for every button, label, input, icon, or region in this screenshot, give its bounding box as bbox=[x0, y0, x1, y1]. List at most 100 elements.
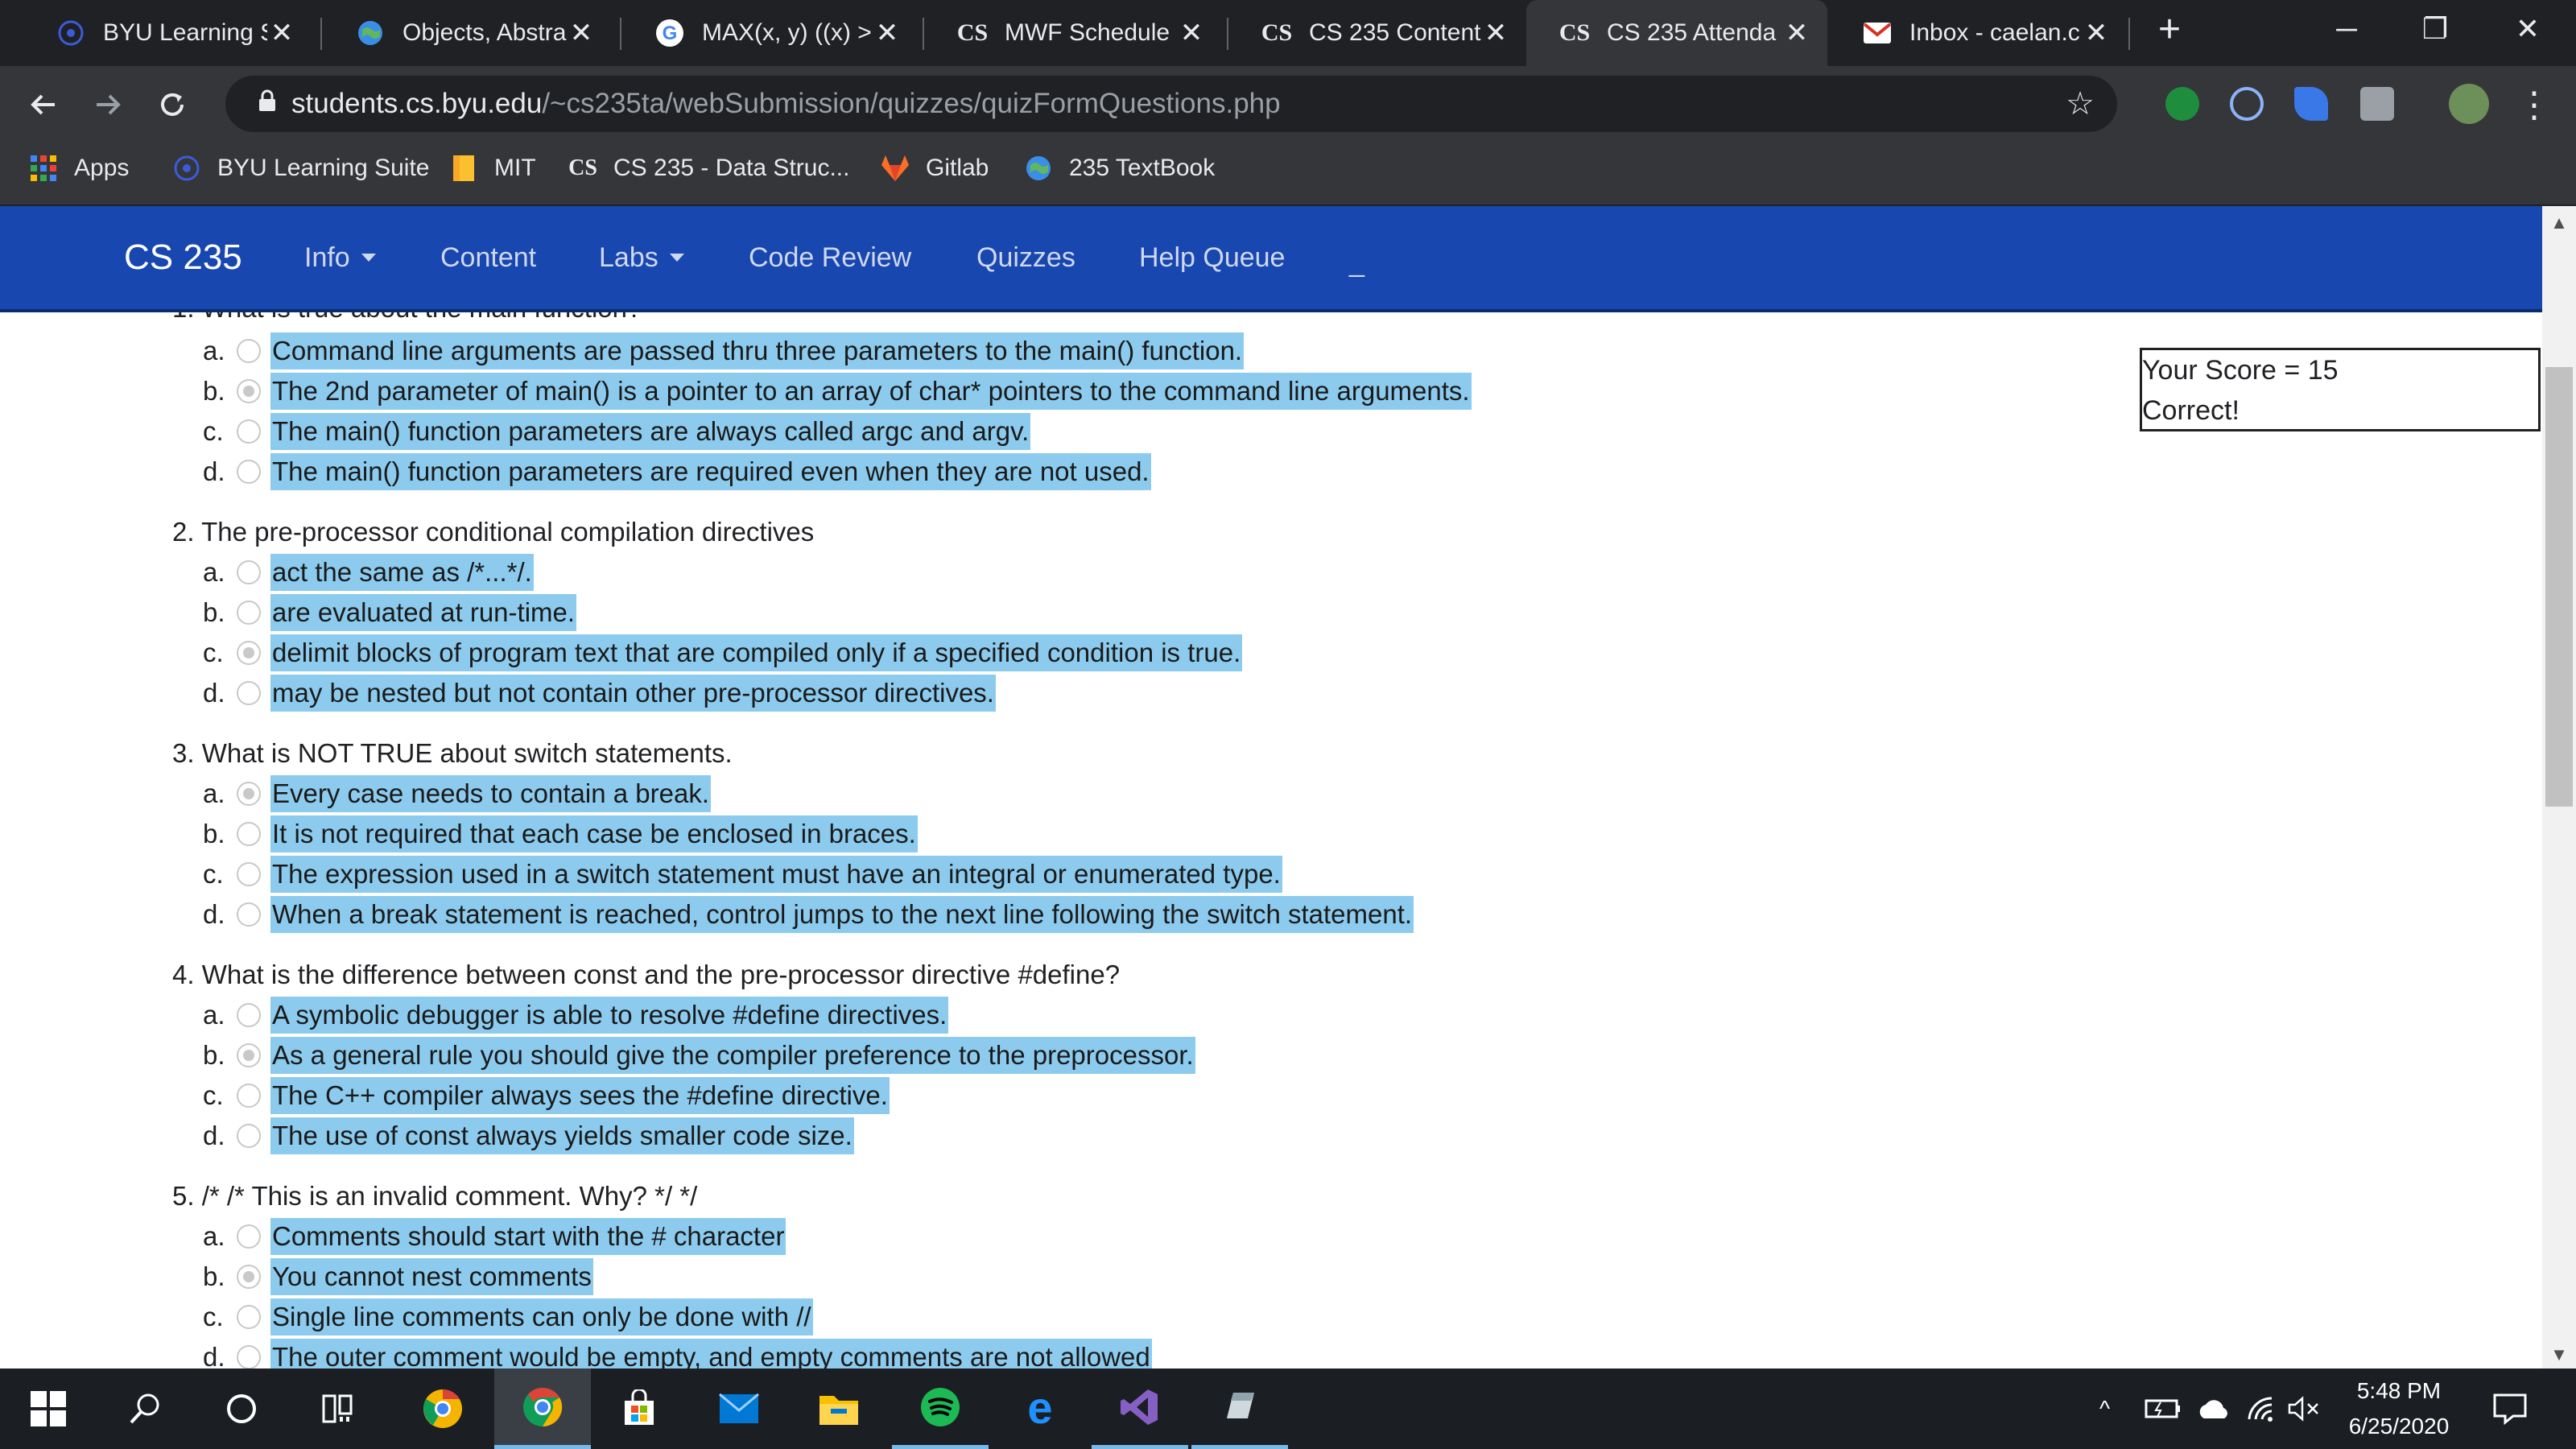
radio-button[interactable] bbox=[237, 1124, 261, 1148]
nav-help-queue[interactable]: Help Queue bbox=[1139, 206, 1285, 309]
site-brand[interactable]: CS 235 bbox=[124, 206, 242, 309]
more-menu-icon[interactable]: ⋮ bbox=[2510, 80, 2558, 129]
nav-labs[interactable]: Labs bbox=[599, 206, 684, 309]
bookmark-cs235-data-structures[interactable]: CS CS 235 - Data Struc... bbox=[567, 142, 849, 195]
nav-underscore[interactable]: _ bbox=[1349, 211, 1364, 314]
scroll-up-icon[interactable]: ▲ bbox=[2549, 213, 2570, 233]
extension-translate-icon[interactable] bbox=[2360, 87, 2394, 121]
bookmark-star-icon[interactable]: ☆ bbox=[2066, 85, 2095, 122]
radio-button[interactable] bbox=[237, 419, 261, 444]
radio-button-selected[interactable] bbox=[237, 1265, 261, 1289]
answer-option[interactable]: a. Every case needs to contain a break. bbox=[203, 774, 711, 814]
bookmark-235-textbook[interactable]: 235 TextBook bbox=[1022, 142, 1215, 195]
scroll-down-icon[interactable]: ▼ bbox=[2549, 1344, 2570, 1365]
nav-quizzes[interactable]: Quizzes bbox=[976, 206, 1075, 309]
tab-objects-abstraction[interactable]: Objects, Abstrac ✕ bbox=[322, 0, 612, 66]
tab-byu-learning-suite[interactable]: BYU Learning Su ✕ bbox=[23, 0, 312, 66]
onedrive-icon[interactable] bbox=[2196, 1368, 2231, 1449]
bookmark-apps[interactable]: Apps bbox=[27, 142, 129, 195]
answer-option[interactable]: c. The C++ compiler always sees the #defi… bbox=[203, 1075, 890, 1116]
close-icon[interactable]: ✕ bbox=[1782, 17, 1811, 49]
answer-option[interactable]: b. As a general rule you should give the … bbox=[203, 1035, 1195, 1075]
dia-icon[interactable] bbox=[1191, 1368, 1288, 1449]
radio-button[interactable] bbox=[237, 601, 261, 625]
volume-muted-icon[interactable] bbox=[2288, 1368, 2320, 1449]
radio-button-selected[interactable] bbox=[237, 782, 261, 806]
chrome-icon[interactable] bbox=[494, 1368, 591, 1449]
radio-button[interactable] bbox=[237, 1224, 261, 1249]
microsoft-store-icon[interactable] bbox=[591, 1368, 687, 1449]
extension-feather-icon[interactable] bbox=[2294, 87, 2328, 121]
answer-option[interactable]: c. The main() function parameters are alw… bbox=[203, 411, 1031, 452]
close-icon[interactable]: ✕ bbox=[1177, 17, 1206, 49]
nav-content[interactable]: Content bbox=[440, 206, 536, 309]
answer-option[interactable]: c. Single line comments can only be done … bbox=[203, 1297, 813, 1337]
minimize-button[interactable]: ─ bbox=[2302, 0, 2391, 58]
close-icon[interactable]: ✕ bbox=[1481, 17, 1510, 49]
answer-option[interactable]: d. may be nested but not contain other pr… bbox=[203, 673, 996, 713]
chrome-canary-icon[interactable] bbox=[394, 1368, 491, 1449]
answer-option[interactable]: c. The expression used in a switch statem… bbox=[203, 854, 1282, 894]
edge-icon[interactable]: e bbox=[992, 1368, 1088, 1449]
window-close-button[interactable]: ✕ bbox=[2483, 0, 2572, 58]
radio-button[interactable] bbox=[237, 862, 261, 886]
scrollbar-thumb[interactable] bbox=[2545, 367, 2573, 807]
answer-option[interactable]: b. You cannot nest comments bbox=[203, 1257, 593, 1297]
visual-studio-icon[interactable] bbox=[1092, 1368, 1188, 1449]
radio-button[interactable] bbox=[237, 902, 261, 927]
answer-option[interactable]: a. A symbolic debugger is able to resolve… bbox=[203, 995, 949, 1035]
file-explorer-icon[interactable] bbox=[791, 1368, 887, 1449]
radio-button[interactable] bbox=[237, 1084, 261, 1108]
reload-button[interactable] bbox=[148, 80, 196, 129]
wifi-icon[interactable] bbox=[2246, 1368, 2278, 1449]
radio-button-selected[interactable] bbox=[237, 1043, 261, 1067]
tab-mwf-schedule[interactable]: CS MWF Schedule ✕ bbox=[924, 0, 1222, 66]
profile-avatar[interactable] bbox=[2449, 84, 2489, 124]
radio-button[interactable] bbox=[237, 1003, 261, 1027]
back-button[interactable] bbox=[19, 80, 68, 129]
radio-button-selected[interactable] bbox=[237, 379, 261, 403]
tab-max-macro[interactable]: G MAX(x, y) ((x) > ✕ bbox=[621, 0, 918, 66]
extension-moon-icon[interactable] bbox=[2230, 87, 2264, 121]
radio-button[interactable] bbox=[237, 339, 261, 363]
radio-button[interactable] bbox=[237, 681, 261, 705]
task-view-icon[interactable] bbox=[290, 1368, 386, 1449]
answer-option[interactable]: d. The use of const always yields smaller… bbox=[203, 1116, 854, 1156]
forward-button[interactable] bbox=[84, 80, 132, 129]
bookmark-gitlab[interactable]: Gitlab bbox=[879, 142, 989, 195]
cortana-icon[interactable] bbox=[193, 1368, 290, 1449]
answer-option[interactable]: a. act the same as /*...*/. bbox=[203, 552, 534, 592]
radio-button-selected[interactable] bbox=[237, 641, 261, 665]
answer-option[interactable]: d. When a break statement is reached, con… bbox=[203, 894, 1414, 935]
close-icon[interactable]: ✕ bbox=[267, 17, 296, 49]
spotify-icon[interactable] bbox=[892, 1368, 989, 1449]
nav-code-review[interactable]: Code Review bbox=[749, 206, 911, 309]
answer-option[interactable]: a. Comments should start with the # chara… bbox=[203, 1216, 786, 1257]
search-icon[interactable] bbox=[97, 1368, 193, 1449]
radio-button[interactable] bbox=[237, 1305, 261, 1329]
address-bar[interactable]: students.cs.byu.edu/~cs235ta/webSubmissi… bbox=[225, 76, 2117, 132]
battery-icon[interactable] bbox=[2143, 1368, 2182, 1449]
page-scrollbar[interactable]: ▲ ▼ bbox=[2542, 206, 2576, 1368]
tab-inbox-gmail[interactable]: Inbox - caelan.c ✕ bbox=[1829, 0, 2127, 66]
answer-option[interactable]: b. are evaluated at run-time. bbox=[203, 592, 577, 633]
bookmark-byu-learning-suite[interactable]: BYU Learning Suite bbox=[171, 142, 430, 195]
answer-option[interactable]: a. Command line arguments are passed thru… bbox=[203, 331, 1245, 371]
restore-button[interactable]: ❐ bbox=[2391, 0, 2479, 58]
extension-green-icon[interactable] bbox=[2165, 87, 2199, 121]
radio-button[interactable] bbox=[237, 822, 261, 846]
notifications-icon[interactable] bbox=[2492, 1368, 2528, 1449]
close-icon[interactable]: ✕ bbox=[567, 17, 596, 49]
windows-start-icon[interactable] bbox=[0, 1368, 97, 1449]
tray-overflow-icon[interactable]: ^ bbox=[2099, 1368, 2110, 1449]
nav-info[interactable]: Info bbox=[304, 206, 376, 309]
bookmark-mit[interactable]: MIT bbox=[448, 142, 536, 195]
new-tab-button[interactable]: + bbox=[2125, 0, 2214, 58]
answer-option[interactable]: b. It is not required that each case be e… bbox=[203, 814, 918, 854]
radio-button[interactable] bbox=[237, 460, 261, 484]
tab-cs235-content[interactable]: CS CS 235 Content ✕ bbox=[1228, 0, 1526, 66]
answer-option[interactable]: b. The 2nd parameter of main() is a point… bbox=[203, 371, 1472, 411]
tab-cs235-attendance[interactable]: CS CS 235 Attenda ✕ bbox=[1526, 0, 1827, 66]
mail-icon[interactable] bbox=[691, 1368, 787, 1449]
close-icon[interactable]: ✕ bbox=[873, 17, 902, 49]
